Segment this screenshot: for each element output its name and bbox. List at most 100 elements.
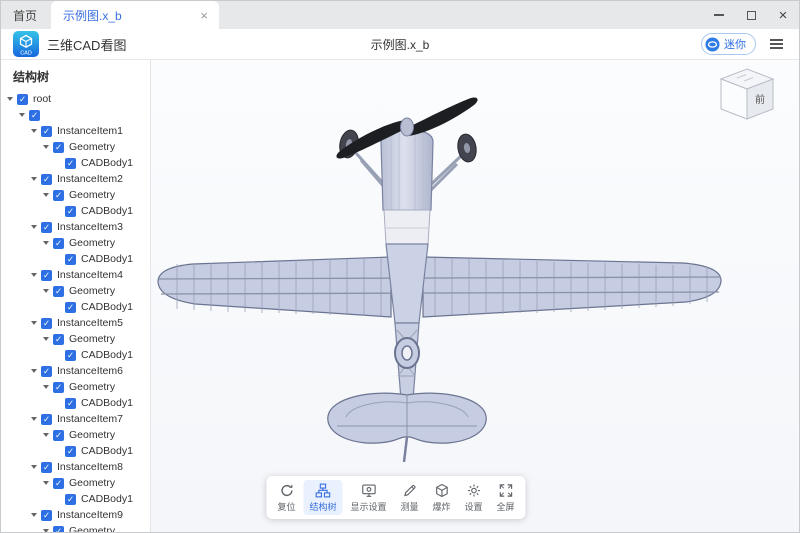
maximize-button[interactable] — [735, 1, 767, 29]
chevron-down-icon[interactable] — [43, 433, 49, 437]
chevron-down-icon[interactable] — [43, 145, 49, 149]
tree-row[interactable]: ✓InstanceItem5 — [1, 315, 150, 331]
tree-row[interactable]: ✓InstanceItem1 — [1, 123, 150, 139]
tree-row[interactable]: ✓InstanceItem2 — [1, 171, 150, 187]
tree-row[interactable]: ✓CADBody1 — [1, 251, 150, 267]
tree-row[interactable]: ✓InstanceItem9 — [1, 507, 150, 523]
tree-row[interactable]: ✓ InstanceItem3 — [1, 219, 150, 235]
toolbar-display-settings-button[interactable]: 显示设置 — [344, 480, 392, 515]
chevron-down-icon[interactable] — [31, 273, 37, 277]
tree-item-label: CADBody1 — [81, 205, 133, 217]
tree-row[interactable]: ✓Geometry — [1, 331, 150, 347]
toolbar-explode-button[interactable]: 爆炸 — [427, 480, 457, 515]
tree-row[interactable]: ✓CADBody1 — [1, 395, 150, 411]
checkbox-checked[interactable]: ✓ — [53, 142, 64, 153]
checkbox-checked[interactable]: ✓ — [53, 526, 64, 533]
chevron-down-icon[interactable] — [43, 241, 49, 245]
checkbox-checked[interactable]: ✓ — [65, 350, 76, 361]
3d-viewport[interactable]: 前 复位结构树显示设置测量爆炸设置全屏 — [151, 60, 799, 532]
tree-row[interactable]: ✓Geometry — [1, 427, 150, 443]
tree-row[interactable]: ✓Geometry — [1, 475, 150, 491]
chevron-down-icon[interactable] — [43, 529, 49, 532]
chevron-down-icon[interactable] — [31, 321, 37, 325]
toolbar-measure-button[interactable]: 测量 — [394, 480, 424, 515]
tree-row[interactable]: ✓Geometry — [1, 379, 150, 395]
tree-row[interactable]: ✓Geometry — [1, 283, 150, 299]
chevron-down-icon[interactable] — [31, 129, 37, 133]
tree-row[interactable]: ✓InstanceItem7 — [1, 411, 150, 427]
checkbox-checked[interactable]: ✓ — [17, 94, 28, 105]
checkbox-checked[interactable]: ✓ — [65, 494, 76, 505]
checkbox-checked[interactable]: ✓ — [53, 382, 64, 393]
chevron-down-icon[interactable] — [7, 97, 13, 101]
tree-row[interactable]: ✓ CADBody1 — [1, 203, 150, 219]
toolbar-settings-button[interactable]: 设置 — [459, 480, 489, 515]
tree-row[interactable]: ✓CADBody1 — [1, 155, 150, 171]
tree-row[interactable]: ✓CADBody1 — [1, 299, 150, 315]
checkbox-checked[interactable]: ✓ — [29, 110, 40, 121]
chevron-down-icon[interactable] — [31, 465, 37, 469]
chevron-down-icon[interactable] — [43, 481, 49, 485]
chevron-down-icon[interactable] — [31, 177, 37, 181]
tree-item-label: InstanceItem8 — [57, 461, 123, 473]
tree-row[interactable]: ✓ — [1, 107, 150, 123]
tree-item-label: InstanceItem3 — [57, 221, 123, 233]
tree-row[interactable]: ✓Geometry — [1, 235, 150, 251]
tree-row[interactable]: ✓ CADBody1 — [1, 491, 150, 507]
tree-row[interactable]: ✓root — [1, 91, 150, 107]
chevron-down-icon[interactable] — [43, 289, 49, 293]
checkbox-checked[interactable]: ✓ — [65, 398, 76, 409]
window-controls: × — [703, 1, 799, 29]
checkbox-checked[interactable]: ✓ — [41, 318, 52, 329]
checkbox-checked[interactable]: ✓ — [41, 222, 52, 233]
minimize-button[interactable] — [703, 1, 735, 29]
checkbox-checked[interactable]: ✓ — [65, 254, 76, 265]
checkbox-checked[interactable]: ✓ — [41, 510, 52, 521]
checkbox-checked[interactable]: ✓ — [41, 126, 52, 137]
chevron-down-icon[interactable] — [31, 225, 37, 229]
tree-row[interactable]: ✓Geometry — [1, 187, 150, 203]
mini-mode-button[interactable]: 迷你 — [701, 33, 756, 55]
hamburger-menu-icon[interactable] — [768, 37, 785, 51]
checkbox-checked[interactable]: ✓ — [41, 366, 52, 377]
checkbox-checked[interactable]: ✓ — [65, 446, 76, 457]
measure-icon — [402, 483, 417, 498]
toolbar-structure-tree-button[interactable]: 结构树 — [303, 480, 342, 515]
checkbox-checked[interactable]: ✓ — [65, 206, 76, 217]
chevron-down-icon[interactable] — [19, 113, 25, 117]
checkbox-checked[interactable]: ✓ — [65, 302, 76, 313]
close-button[interactable]: × — [767, 1, 799, 29]
chevron-down-icon[interactable] — [43, 337, 49, 341]
chevron-down-icon[interactable] — [31, 369, 37, 373]
view-orientation-cube[interactable]: 前 — [711, 64, 777, 122]
tree-row[interactable]: ✓Geometry — [1, 523, 150, 532]
checkbox-checked[interactable]: ✓ — [53, 238, 64, 249]
tree-row[interactable]: ✓ InstanceItem8 — [1, 459, 150, 475]
toolbar-fullscreen-button[interactable]: 全屏 — [491, 480, 521, 515]
checkbox-checked[interactable]: ✓ — [53, 286, 64, 297]
checkbox-checked[interactable]: ✓ — [53, 478, 64, 489]
checkbox-checked[interactable]: ✓ — [53, 190, 64, 201]
tab-close-icon[interactable]: × — [197, 9, 211, 22]
home-link[interactable]: 首页 — [13, 7, 37, 24]
checkbox-checked[interactable]: ✓ — [41, 414, 52, 425]
checkbox-checked[interactable]: ✓ — [41, 462, 52, 473]
checkbox-checked[interactable]: ✓ — [53, 334, 64, 345]
tree-item-label: CADBody1 — [81, 493, 133, 505]
checkbox-checked[interactable]: ✓ — [65, 158, 76, 169]
tree-row[interactable]: ✓CADBody1 — [1, 347, 150, 363]
cad-model-airplane[interactable] — [151, 60, 799, 532]
checkbox-checked[interactable]: ✓ — [53, 430, 64, 441]
checkbox-checked[interactable]: ✓ — [41, 270, 52, 281]
chevron-down-icon[interactable] — [43, 385, 49, 389]
document-tab[interactable]: 示例图.x_b × — [51, 1, 219, 29]
tree-row[interactable]: ✓InstanceItem4 — [1, 267, 150, 283]
chevron-down-icon[interactable] — [31, 417, 37, 421]
toolbar-reset-button[interactable]: 复位 — [271, 480, 301, 515]
tree-row[interactable]: ✓InstanceItem6 — [1, 363, 150, 379]
chevron-down-icon[interactable] — [31, 513, 37, 517]
tree-row[interactable]: ✓Geometry — [1, 139, 150, 155]
checkbox-checked[interactable]: ✓ — [41, 174, 52, 185]
tree-row[interactable]: ✓CADBody1 — [1, 443, 150, 459]
chevron-down-icon[interactable] — [43, 193, 49, 197]
